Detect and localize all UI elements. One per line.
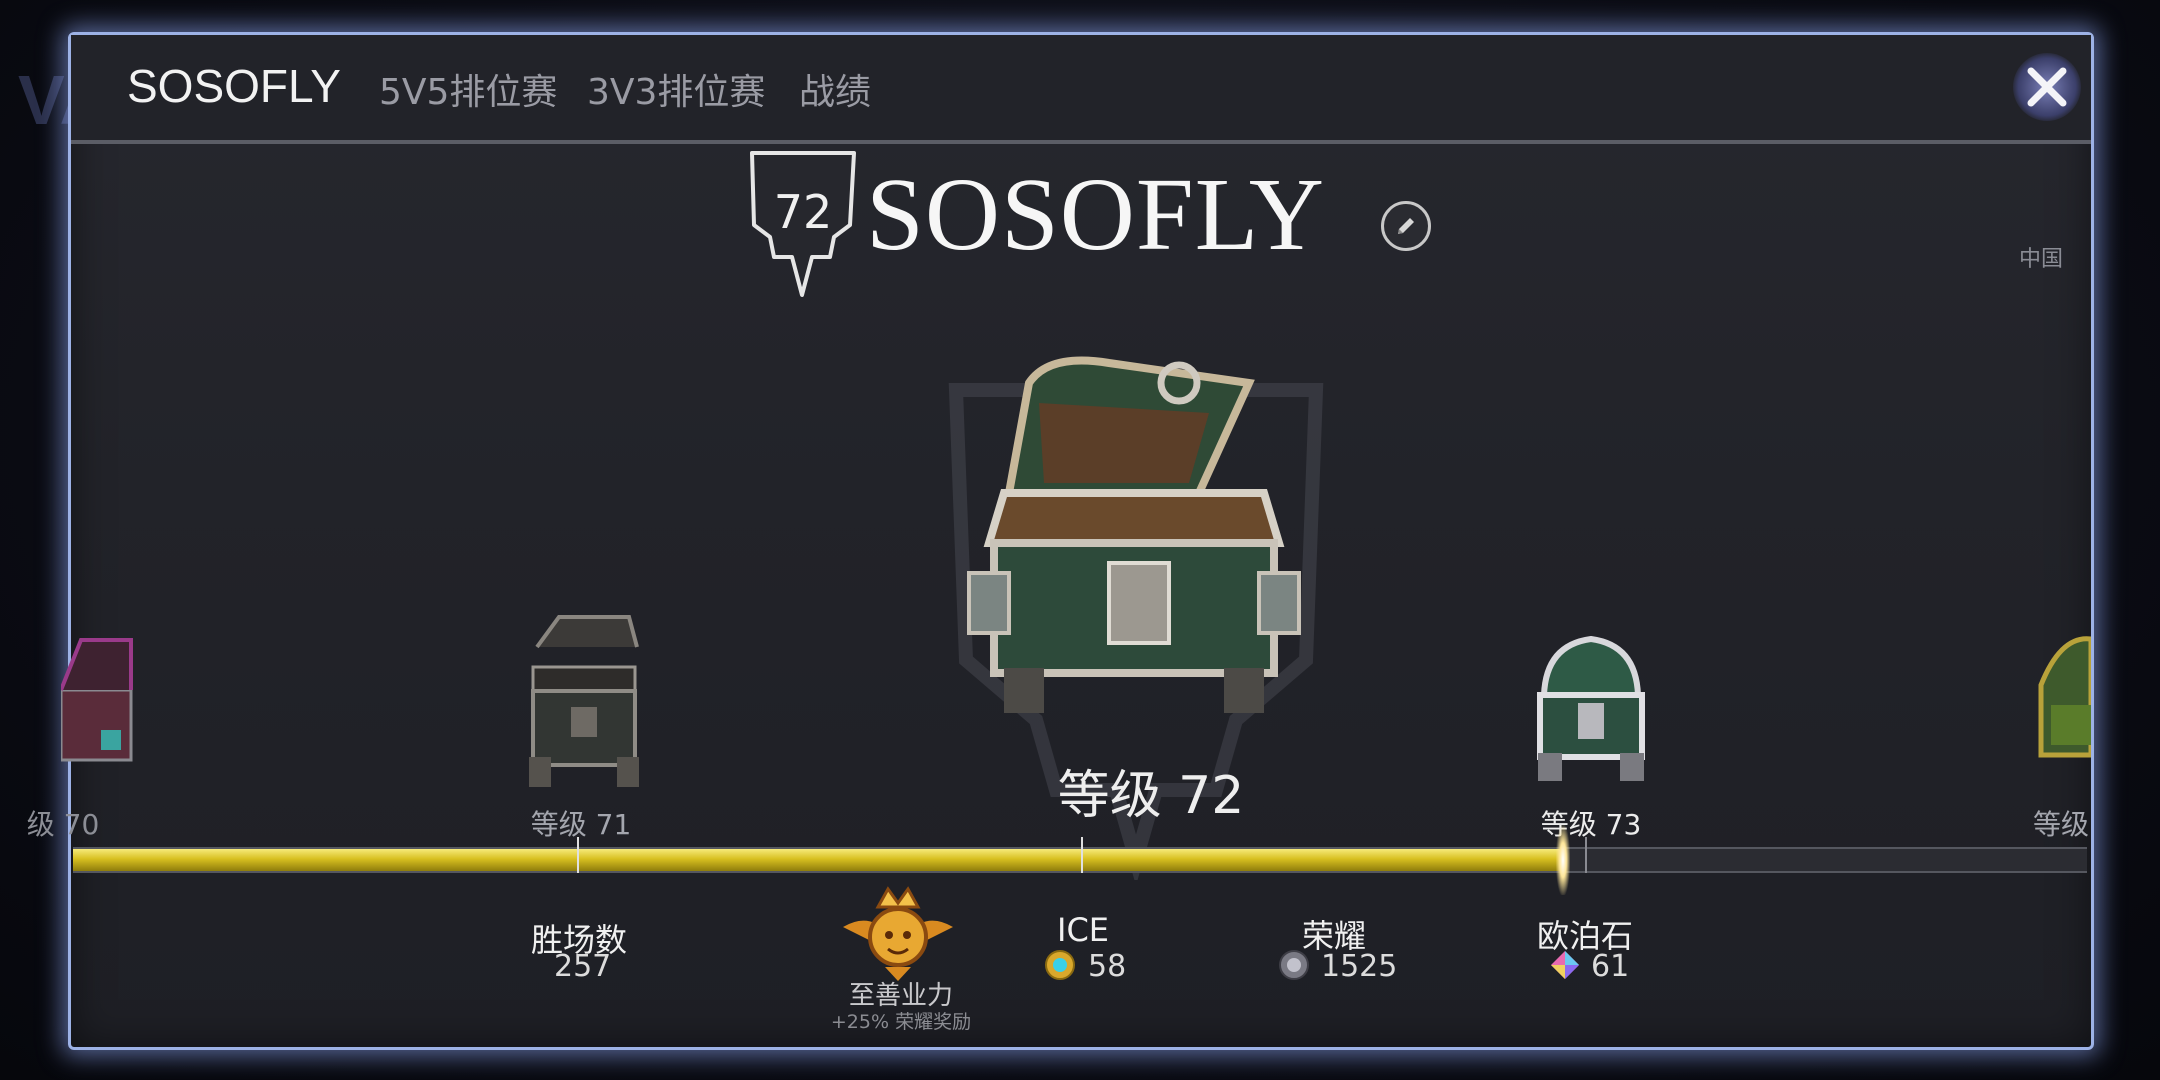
level-73-label: 等级 73 bbox=[1540, 808, 1642, 841]
opal-gem-icon bbox=[1551, 951, 1579, 979]
chest-level-70-icon bbox=[61, 638, 133, 762]
opal-label: 欧泊石 bbox=[1536, 917, 1633, 955]
edit-name-button[interactable] bbox=[1381, 201, 1431, 251]
progress-tick-72 bbox=[1081, 837, 1083, 873]
player-name: SOSOFLY bbox=[866, 157, 1325, 272]
chest-level-74-icon bbox=[2038, 636, 2091, 758]
region-label: 中国 bbox=[2018, 247, 2063, 272]
wins-value: 257 bbox=[554, 949, 612, 984]
top-nav-bar: SOSOFLY 5V5排位赛 3V3排位赛 战绩 bbox=[71, 35, 2091, 144]
progress-tick-71 bbox=[577, 837, 579, 873]
progress-spark bbox=[1556, 825, 1571, 895]
level-70-label: 级 70 bbox=[26, 808, 100, 841]
level-74-label: 等级 bbox=[2033, 808, 2090, 841]
nav-title: SOSOFLY bbox=[127, 60, 341, 112]
rank-number: 72 bbox=[773, 185, 833, 239]
pencil-icon bbox=[1398, 218, 1414, 234]
chest-level-73-icon bbox=[1537, 635, 1645, 781]
ice-coin-icon bbox=[1045, 950, 1075, 980]
tab-3v3-ranked[interactable]: 3V3排位赛 bbox=[587, 63, 765, 115]
glory-value: 1525 bbox=[1321, 949, 1398, 984]
profile-panel: SOSOFLY 5V5排位赛 3V3排位赛 战绩 中国 72 SOSOFLY 级… bbox=[27, 32, 2094, 1050]
current-level-label: 等级 72 bbox=[1057, 766, 1245, 826]
level-progress-fill bbox=[73, 849, 1564, 871]
glory-coin-icon bbox=[1279, 950, 1309, 980]
karma-emblem-icon[interactable] bbox=[833, 877, 963, 987]
tab-5v5-ranked[interactable]: 5V5排位赛 bbox=[379, 63, 557, 115]
karma-bonus: +25% 荣耀奖励 bbox=[830, 1011, 972, 1033]
level-progress-bar bbox=[73, 825, 2087, 895]
close-icon bbox=[2027, 67, 2067, 107]
ice-value: 58 bbox=[1088, 949, 1127, 984]
tab-match-history[interactable]: 战绩 bbox=[799, 63, 871, 115]
opal-value: 61 bbox=[1591, 949, 1630, 984]
ice-label: ICE bbox=[1057, 911, 1109, 949]
progress-tick-73 bbox=[1585, 837, 1587, 873]
chest-level-71-icon bbox=[529, 615, 639, 787]
close-button[interactable] bbox=[2013, 53, 2081, 121]
level-71-label: 等级 71 bbox=[530, 808, 632, 841]
chest-level-72-icon bbox=[967, 356, 1301, 713]
